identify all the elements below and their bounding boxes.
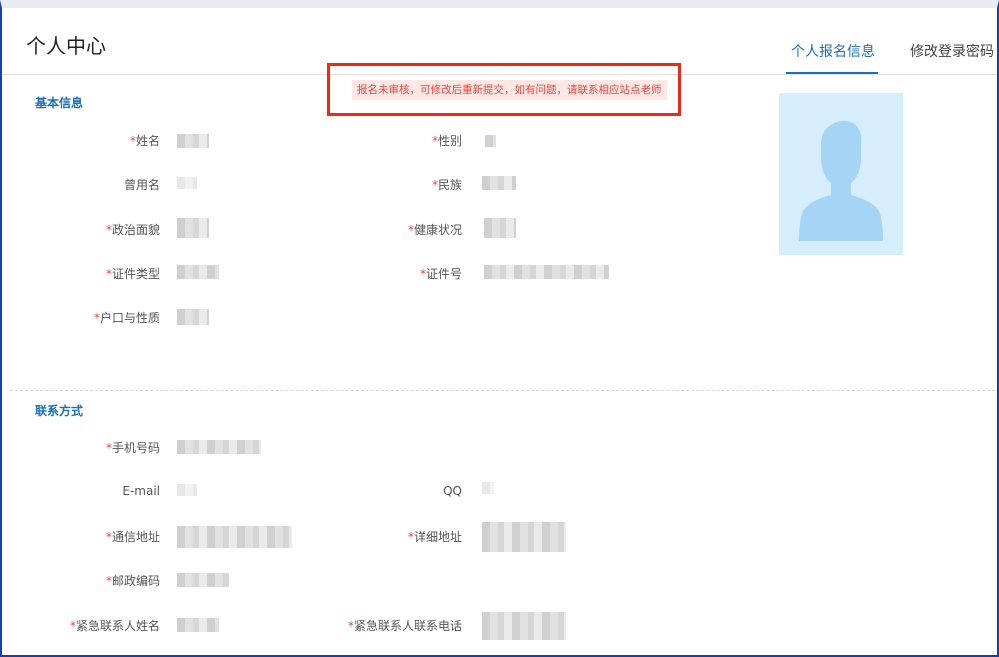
value-mail-address-redacted <box>177 526 292 548</box>
value-ethnicity-redacted <box>482 176 516 190</box>
section-title-contact: 联系方式 <box>35 404 84 418</box>
section-title-basic: 基本信息 <box>35 96 84 110</box>
value-name-redacted <box>177 134 209 148</box>
label-emergency-name: *紧急联系人姓名 <box>69 619 160 633</box>
value-former-name-redacted <box>177 177 197 189</box>
label-ethnicity: *民族 <box>431 178 462 192</box>
page-title: 个人中心 <box>26 34 106 58</box>
label-emergency-phone: *紧急联系人联系电话 <box>347 619 462 633</box>
value-gender-redacted <box>485 135 496 147</box>
label-political: *政治面貌 <box>105 223 160 237</box>
label-email: E-mail <box>122 484 160 498</box>
label-qq: QQ <box>443 484 462 498</box>
label-id-number: *证件号 <box>419 267 462 281</box>
label-mail-address: *通信地址 <box>105 530 160 544</box>
value-emergency-name-redacted <box>177 618 219 632</box>
value-qq-redacted <box>482 482 494 494</box>
value-email-redacted <box>177 484 197 496</box>
value-political-redacted <box>177 218 209 238</box>
notice-highlight-box: 报名未审核，可修改后重新提交，如有问题，请联系相应站点老师 <box>327 63 681 116</box>
value-emergency-phone-redacted <box>482 612 566 640</box>
section-divider <box>10 390 995 391</box>
tab-registration-info[interactable]: 个人报名信息 <box>791 41 875 61</box>
label-health: *健康状况 <box>407 223 462 237</box>
label-name: *姓名 <box>129 134 160 148</box>
value-postcode-redacted <box>177 573 229 587</box>
label-postcode: *邮政编码 <box>105 574 160 588</box>
value-health-redacted <box>484 218 516 238</box>
value-id-number-redacted <box>484 265 609 279</box>
label-id-type: *证件类型 <box>105 267 160 281</box>
label-household: *户口与性质 <box>93 311 160 325</box>
tab-change-password[interactable]: 修改登录密码 <box>910 41 994 61</box>
app-frame: 个人中心 个人报名信息 修改登录密码 报名未审核，可修改后重新提交，如有问题，请… <box>0 0 999 657</box>
label-gender: *性别 <box>431 134 462 148</box>
profile-photo[interactable] <box>779 93 903 255</box>
label-detail-address: *详细地址 <box>407 530 462 544</box>
value-household-redacted <box>177 309 209 325</box>
label-phone: *手机号码 <box>105 441 160 455</box>
review-status-notice: 报名未审核，可修改后重新提交，如有问题，请联系相应站点老师 <box>352 80 667 100</box>
value-phone-redacted <box>177 440 261 454</box>
label-former-name: 曾用名 <box>123 178 160 192</box>
value-detail-address-redacted <box>482 522 566 552</box>
user-silhouette-icon <box>799 120 883 241</box>
value-id-type-redacted <box>177 265 219 279</box>
